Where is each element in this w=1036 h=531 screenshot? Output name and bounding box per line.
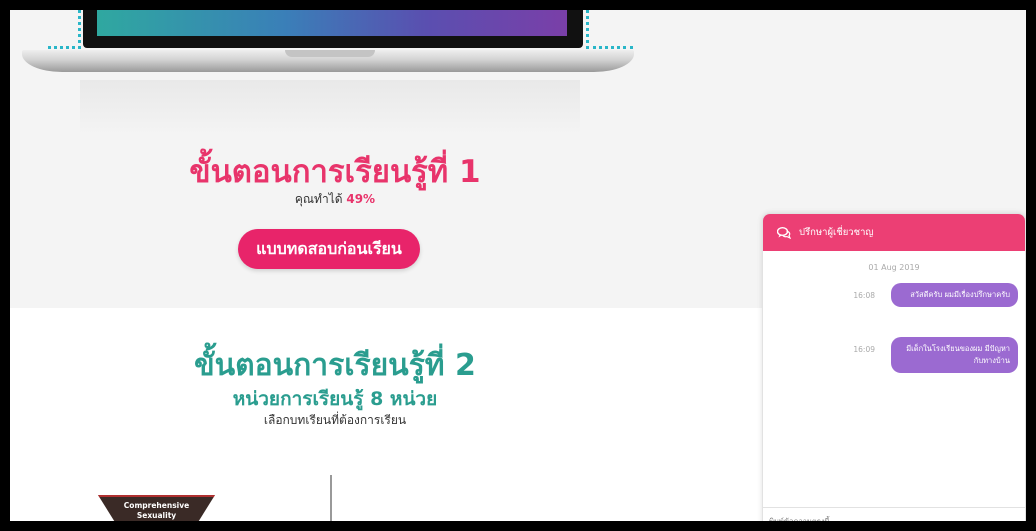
vertical-divider: [330, 475, 332, 521]
chat-header-title: ปรึกษาผู้เชี่ยวชาญ: [799, 227, 874, 238]
message-time: 16:09: [853, 345, 875, 354]
step-2-hint: เลือกบทเรียนที่ต้องการเรียน: [263, 413, 407, 427]
laptop-notch: [285, 50, 375, 57]
pretest-button[interactable]: แบบทดสอบก่อนเรียน: [238, 229, 420, 269]
score-label: คุณทำได้: [294, 192, 343, 206]
laptop-display: [97, 10, 567, 36]
expert-chat-widget: ปรึกษาผู้เชี่ยวชาญ 01 Aug 2019 16:08 สวั…: [762, 213, 1026, 521]
decorative-dotted-line-right: [586, 10, 633, 49]
chat-bubbles-icon: [777, 226, 791, 239]
chat-message-input[interactable]: [769, 514, 1009, 521]
step-2-title: ขั้นตอนการเรียนรู้ที่ 2: [194, 348, 476, 383]
page-viewport: ขั้นตอนการเรียนรู้ที่ 1 คุณทำได้ 49% แบบ…: [10, 10, 1026, 521]
chat-messages-area: 01 Aug 2019 16:08 สวัสดีครับ ผมมีเรื่องป…: [763, 251, 1025, 506]
module-card-line1: Comprehensive: [123, 501, 190, 510]
step-1-title: ขั้นตอนการเรียนรู้ที่ 1: [189, 154, 481, 190]
chat-date: 01 Aug 2019: [868, 263, 920, 272]
score-value: 49%: [346, 192, 376, 206]
chat-message: 16:08 สวัสดีครับ ผมมีเรื่องปรึกษาครับ: [853, 283, 1018, 307]
step-1-score: คุณทำได้ 49%: [10, 190, 660, 209]
decorative-dotted-line-left: [48, 10, 81, 49]
message-bubble: มีเด็กในโรงเรียนของผม มีปัญหากับทางบ้าน: [891, 337, 1018, 373]
laptop-screen-illustration: [83, 10, 583, 48]
step-2-subtitle: หน่วยการเรียนรู้ 8 หน่วย: [232, 388, 438, 410]
module-card-comprehensive-sexuality[interactable]: Comprehensive Sexuality: [98, 495, 215, 521]
laptop-reflection: [80, 80, 580, 135]
message-bubble: สวัสดีครับ ผมมีเรื่องปรึกษาครับ: [891, 283, 1018, 307]
chat-input-area: [763, 507, 1025, 521]
module-card-line2: Sexuality: [136, 511, 177, 520]
message-time: 16:08: [853, 291, 875, 300]
chat-header[interactable]: ปรึกษาผู้เชี่ยวชาญ: [763, 214, 1025, 251]
chat-message: 16:09 มีเด็กในโรงเรียนของผม มีปัญหากับทา…: [853, 337, 1018, 373]
